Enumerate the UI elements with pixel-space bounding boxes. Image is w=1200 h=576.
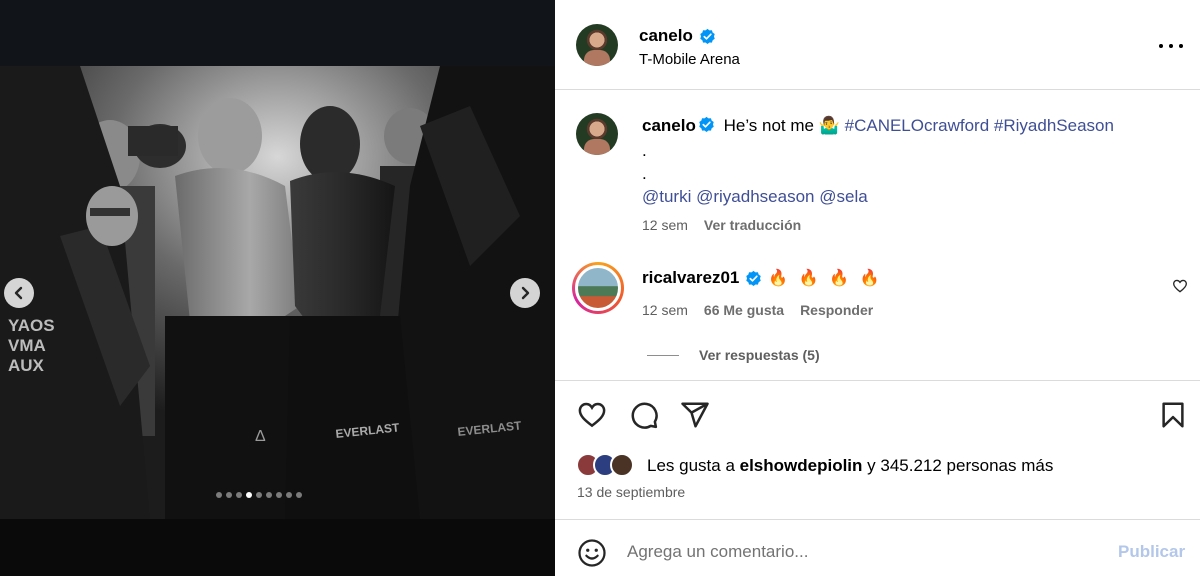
slide-dot	[246, 492, 252, 498]
slide-dot	[226, 492, 232, 498]
caption-dot: .	[642, 164, 647, 183]
replies-divider	[647, 354, 679, 356]
svg-text:Δ: Δ	[255, 428, 266, 445]
slide-dot	[276, 492, 282, 498]
caption-meta: 12 sem Ver traducción	[642, 217, 801, 233]
face-off-photo-graphic: Δ EVERLAST EVERLAST YAOS VMA AUX	[0, 66, 555, 519]
paper-plane-icon[interactable]	[680, 400, 710, 430]
view-replies-button[interactable]: Ver respuestas (5)	[647, 347, 820, 363]
emoji-smiley-icon[interactable]	[577, 538, 607, 568]
post-location[interactable]: T-Mobile Arena	[639, 51, 740, 68]
publish-button[interactable]: Publicar	[1118, 542, 1185, 562]
comment-composer: Publicar	[555, 519, 1200, 576]
comment-input[interactable]	[627, 534, 1087, 570]
avatar[interactable]	[610, 453, 634, 477]
author-username[interactable]: canelo	[639, 26, 693, 46]
mention-link[interactable]: @sela	[819, 187, 867, 206]
mention-link[interactable]: @riyadhseason	[696, 187, 814, 206]
caption-text: He’s not me 🤷‍♂️	[723, 116, 840, 135]
previous-slide-button[interactable]	[4, 278, 34, 308]
post-header: canelo T-Mobile Arena	[555, 0, 1200, 90]
comment-text: 🔥 🔥 🔥 🔥	[768, 270, 883, 287]
verified-badge-icon	[698, 116, 715, 139]
liker-avatars	[576, 453, 634, 477]
likes-summary[interactable]: Les gusta a elshowdepiolin y 345.212 per…	[647, 456, 1053, 476]
comment-timestamp[interactable]: 12 sem	[642, 302, 688, 318]
post-author: canelo	[639, 26, 716, 46]
media-column: Δ EVERLAST EVERLAST YAOS VMA AUX	[0, 0, 555, 576]
more-options-icon[interactable]	[1159, 36, 1183, 56]
post-panel: canelo T-Mobile Arena canelo He’s not me…	[555, 0, 1200, 576]
hashtag-link[interactable]: #RiyadhSeason	[994, 116, 1114, 135]
slide-dot	[286, 492, 292, 498]
comment-like-count[interactable]: 66 Me gusta	[704, 302, 784, 318]
slide-dot	[256, 492, 262, 498]
hashtag-link[interactable]: #CANELOcrawford	[845, 116, 990, 135]
svg-text:AUX: AUX	[8, 356, 45, 375]
comment: ricalvarez01 🔥 🔥 🔥 🔥	[642, 268, 882, 288]
post-caption: canelo He’s not me 🤷‍♂️ #CANELOcrawford …	[642, 114, 1182, 208]
translate-link[interactable]: Ver traducción	[704, 217, 801, 233]
liker-username[interactable]: elshowdepiolin	[740, 456, 863, 475]
slide-dot	[216, 492, 222, 498]
svg-text:YAOS: YAOS	[8, 316, 55, 335]
slide-dot	[266, 492, 272, 498]
reply-button[interactable]: Responder	[800, 302, 873, 318]
likes-prefix: Les gusta a	[647, 456, 740, 475]
commenter-username[interactable]: ricalvarez01	[642, 268, 739, 288]
next-slide-button[interactable]	[510, 278, 540, 308]
caption-timestamp[interactable]: 12 sem	[642, 217, 688, 233]
view-replies-label: Ver respuestas (5)	[699, 347, 820, 363]
chevron-left-icon	[14, 286, 23, 300]
verified-badge-icon	[745, 270, 762, 287]
comment-bubble-icon[interactable]	[629, 400, 659, 430]
post-photo[interactable]: Δ EVERLAST EVERLAST YAOS VMA AUX	[0, 66, 555, 519]
comment-meta: 12 sem 66 Me gusta Responder	[642, 302, 873, 318]
post-date[interactable]: 13 de septiembre	[577, 484, 685, 500]
media-bottom-backdrop	[0, 519, 555, 576]
verified-badge-icon	[699, 28, 716, 45]
mention-link[interactable]: @turki	[642, 187, 691, 206]
chevron-right-icon	[521, 286, 530, 300]
post-actions: Les gusta a elshowdepiolin y 345.212 per…	[555, 380, 1200, 520]
slide-dot	[236, 492, 242, 498]
avatar[interactable]	[576, 24, 618, 66]
likes-count-text: y 345.212 personas más	[862, 456, 1054, 475]
avatar[interactable]	[576, 113, 618, 155]
caption-username[interactable]: canelo	[642, 116, 696, 135]
svg-text:VMA: VMA	[8, 336, 46, 355]
commenter-avatar[interactable]	[572, 262, 624, 314]
slide-indicator	[216, 492, 302, 498]
comment-like-heart-icon[interactable]	[1172, 278, 1188, 294]
media-top-backdrop	[0, 0, 555, 66]
slide-dot	[296, 492, 302, 498]
caption-dot: .	[642, 141, 647, 160]
heart-icon[interactable]	[577, 400, 607, 430]
bookmark-icon[interactable]	[1158, 400, 1188, 430]
